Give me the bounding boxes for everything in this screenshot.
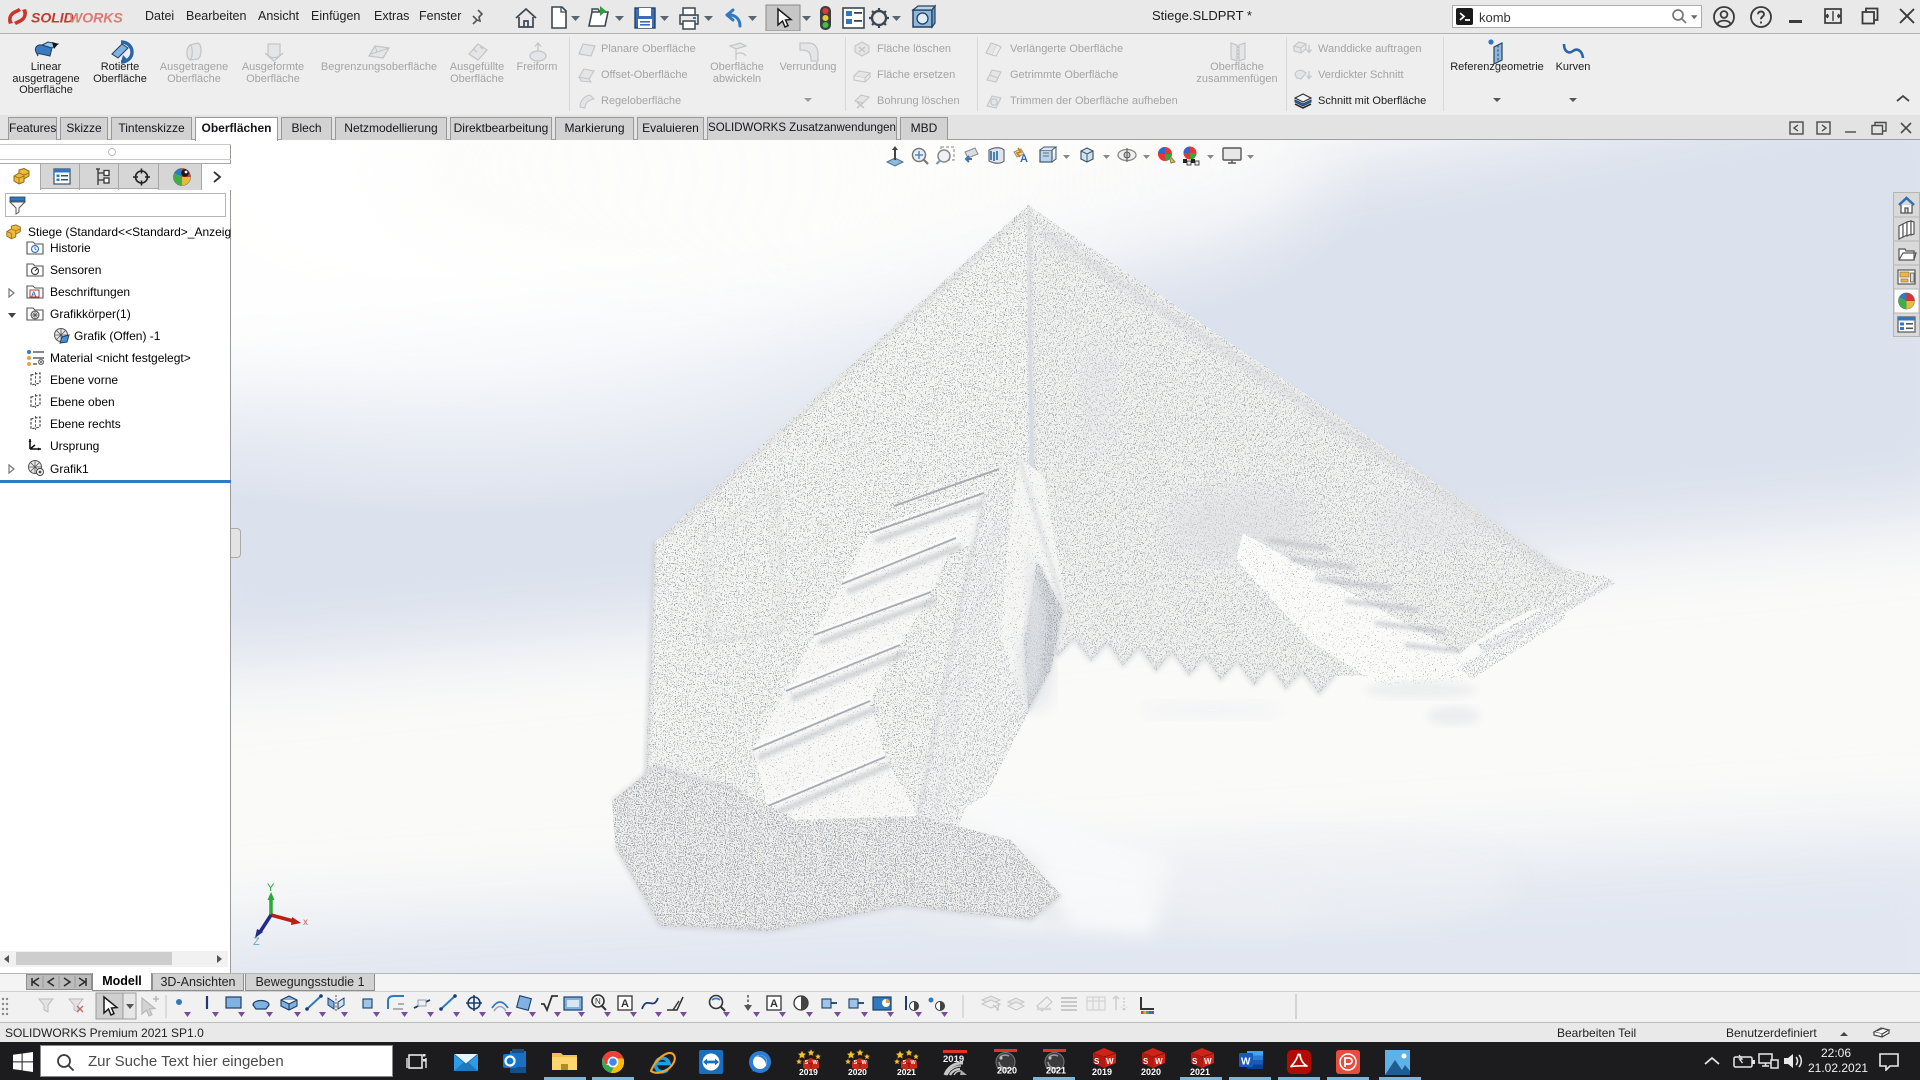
svg-text:2021: 2021 <box>897 1067 916 1076</box>
svg-text:S: S <box>903 1060 907 1066</box>
svg-text:2020: 2020 <box>848 1067 867 1076</box>
svg-text:W: W <box>1241 1057 1251 1068</box>
svg-text:S: S <box>1094 1057 1100 1066</box>
svg-text:A: A <box>770 998 778 1010</box>
svg-text:W: W <box>1155 1057 1163 1066</box>
svg-text:2020: 2020 <box>997 1066 1017 1076</box>
svg-text:SOLID: SOLID <box>31 10 74 26</box>
svg-text:W: W <box>1204 1057 1212 1066</box>
svg-text:Z: Z <box>253 936 260 948</box>
svg-text:A: A <box>1020 153 1028 165</box>
svg-text:S: S <box>1143 1057 1149 1066</box>
svg-text:A: A <box>621 998 629 1010</box>
svg-text:A: A <box>31 290 37 299</box>
svg-text:W: W <box>1106 1057 1114 1066</box>
svg-text:2019: 2019 <box>799 1067 818 1076</box>
svg-text:W: W <box>911 1060 917 1066</box>
svg-text:W: W <box>862 1060 868 1066</box>
svg-text:x: x <box>303 917 308 928</box>
svg-text:2019: 2019 <box>1092 1067 1112 1076</box>
svg-text:S: S <box>854 1060 858 1066</box>
svg-text:W: W <box>813 1060 819 1066</box>
svg-text:2020: 2020 <box>1141 1067 1161 1076</box>
svg-text:2021: 2021 <box>1046 1066 1066 1076</box>
svg-text:S: S <box>1192 1057 1198 1066</box>
svg-text:WORKS: WORKS <box>69 10 123 26</box>
svg-text:2021: 2021 <box>1190 1067 1210 1076</box>
svg-text:S: S <box>805 1060 809 1066</box>
svg-text:N: N <box>595 997 601 1006</box>
